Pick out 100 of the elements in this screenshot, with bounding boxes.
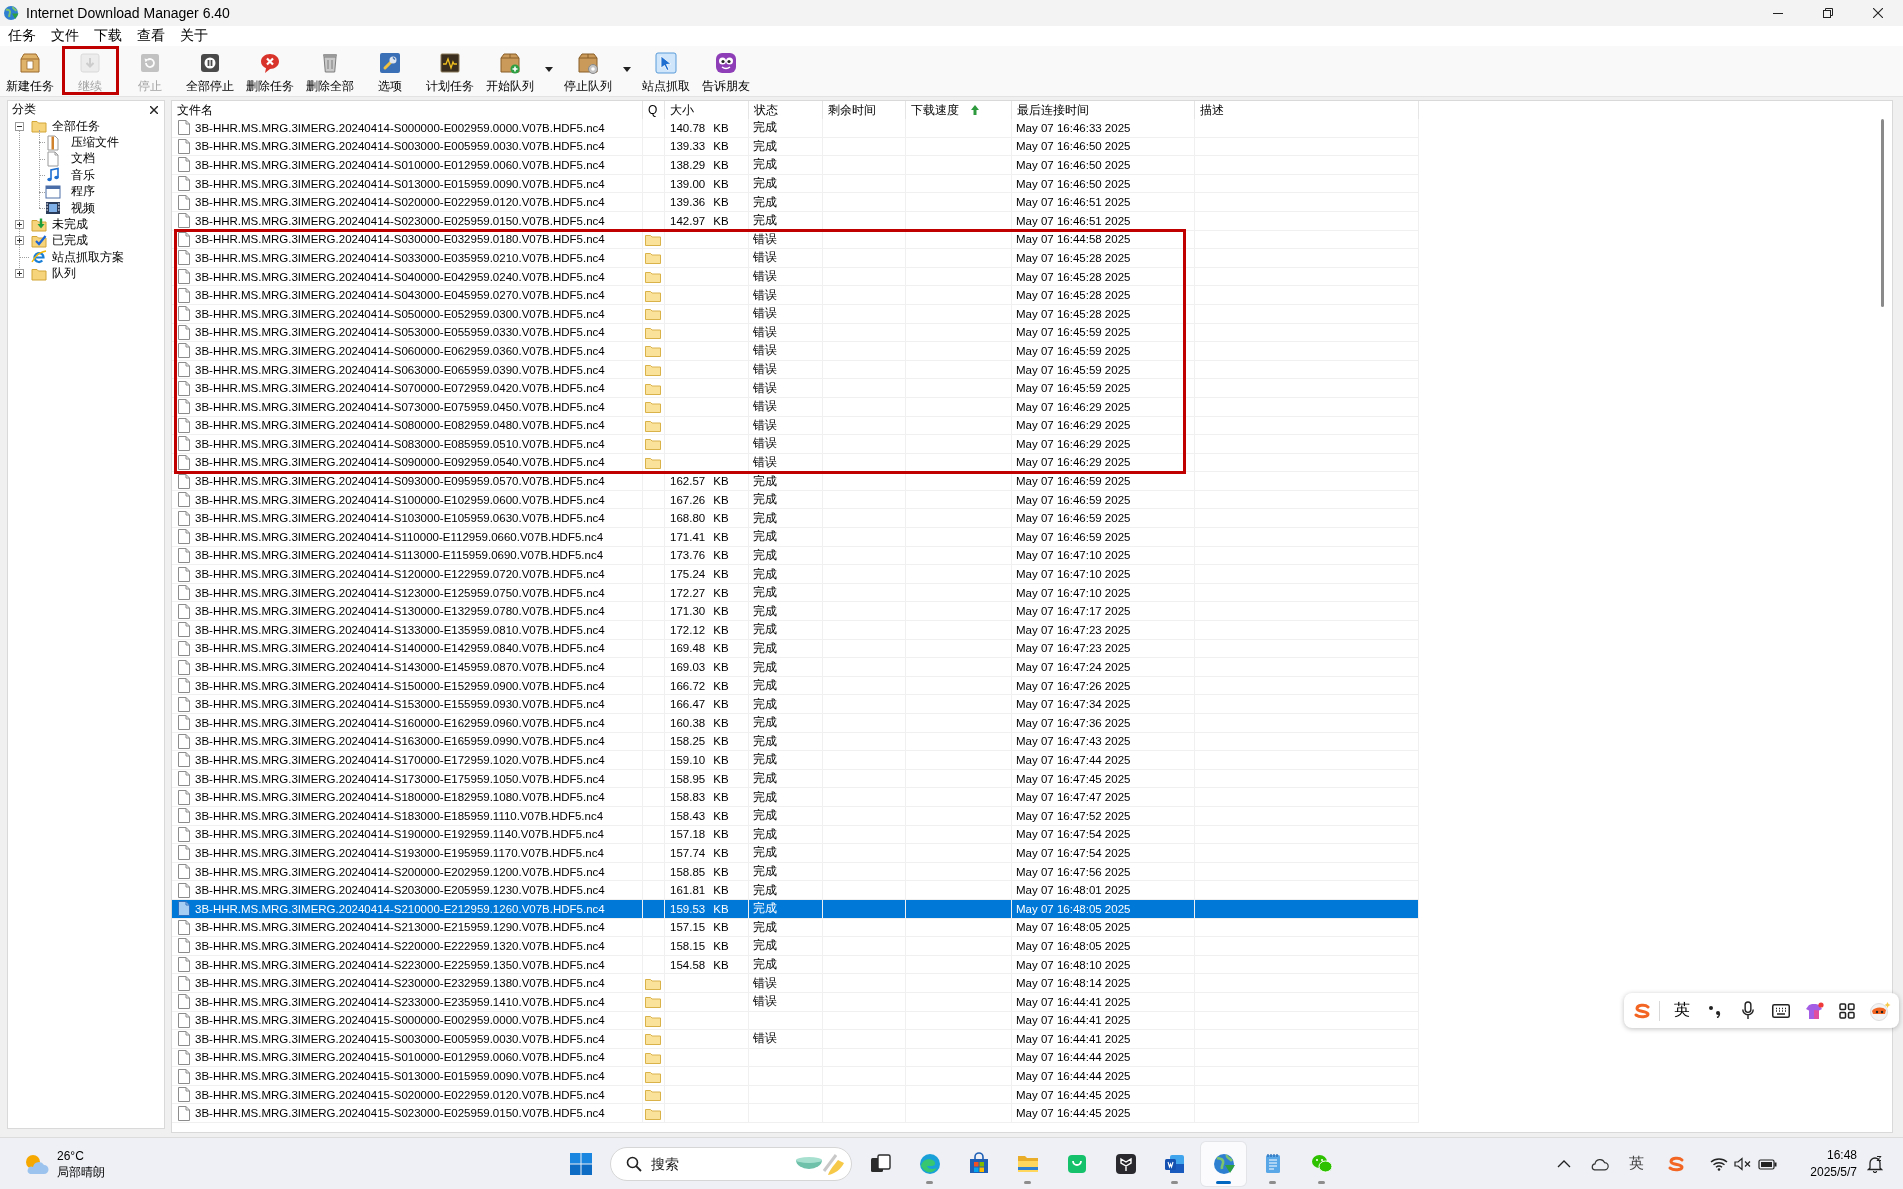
tree-item[interactable]: 文档 [71,150,95,168]
status-cell: 完成 [753,715,777,731]
toolbar-button[interactable]: 选项 [360,46,420,96]
ime-mode-button[interactable]: 英 [1673,1000,1690,1021]
mascot-icon[interactable] [1868,1000,1891,1021]
file-name-cell: 3B-HHR.MS.MRG.3IMERG.20240414-S013000-E015959.0090.V07B.HDF5.nc4 [195,177,605,190]
file-icon [178,213,190,229]
toolbar-button[interactable]: 告诉朋友 [696,46,756,96]
menu-item[interactable]: 关于 [172,26,215,46]
status-cell: 完成 [753,138,777,154]
file-icon [178,752,190,768]
status-cell: 完成 [753,492,777,508]
status-cell: 完成 [753,864,777,880]
plus-box-icon[interactable] [15,220,24,230]
date-cell: May 07 16:46:59 2025 [1016,530,1131,543]
toolbar-button[interactable]: 停止队列 [558,46,618,96]
size-cell: 159.10 KB [670,754,729,766]
size-cell: 172.12 KB [670,623,729,636]
toolbar-button[interactable]: 新建任务 [0,46,60,96]
tree-item[interactable]: 全部任务 [52,117,100,135]
swoosh-icon[interactable] [1632,1002,1652,1019]
date-cell: May 07 16:46:59 2025 [1016,493,1131,506]
status-cell: 错误 [753,1031,777,1047]
microphone-icon[interactable] [1740,1001,1755,1020]
date-cell: May 07 16:47:10 2025 [1016,568,1131,581]
battery-icon [1758,1156,1778,1171]
toolbar-button[interactable]: 站点抓取 [636,46,696,96]
file-icon [178,938,190,954]
keyboard-icon[interactable] [1771,1003,1790,1018]
file-name-cell: 3B-HHR.MS.MRG.3IMERG.20240414-S010000-E012959.0060.V07B.HDF5.nc4 [195,159,605,171]
file-name-cell: 3B-HHR.MS.MRG.3IMERG.20240414-S083000-E085959.0510.V07B.HDF5.nc4 [195,437,605,450]
close-button[interactable] [148,103,160,116]
status-cell: 错误 [753,362,777,377]
status-cell: 完成 [753,529,777,545]
toolbar-button[interactable]: 全部停止 [180,46,240,96]
file-icon [178,473,190,489]
file-icon [178,362,190,377]
file-name-cell: 3B-HHR.MS.MRG.3IMERG.20240414-S050000-E052959.0300.V07B.HDF5.nc4 [195,307,605,320]
size-cell: 158.43 KB [670,809,729,822]
toolbar-button[interactable]: 删除全部 [300,46,360,96]
ime-mode-button[interactable]: 英 [1623,1143,1649,1184]
date-cell: May 07 16:47:23 2025 [1016,642,1131,655]
file-icon [178,380,190,396]
file-icon [178,287,190,303]
tree-item[interactable]: 程序 [71,183,95,201]
tree-item[interactable]: 站点抓取方案 [52,248,124,266]
size-cell: 138.29 KB [670,159,729,171]
file-name-cell: 3B-HHR.MS.MRG.3IMERG.20240414-S090000-E092959.0540.V07B.HDF5.nc4 [195,456,605,469]
file-icon [178,882,190,898]
delete-icon [258,51,282,75]
date-cell: May 07 16:47:23 2025 [1016,623,1131,636]
date-cell: May 07 16:44:45 2025 [1016,1107,1131,1120]
globe-icon [3,5,19,21]
size-cell: 171.30 KB [670,605,729,618]
date-cell: May 07 16:44:45 2025 [1016,1088,1131,1101]
date-cell: May 07 16:45:59 2025 [1016,344,1131,357]
file-name-cell: 3B-HHR.MS.MRG.3IMERG.20240414-S120000-E122959.0720.V07B.HDF5.nc4 [195,568,605,581]
shirt-icon[interactable] [1803,1001,1824,1020]
size-cell: 157.15 KB [670,921,729,934]
toolbar-button[interactable]: 删除任务 [240,46,300,96]
caret-icon [623,67,631,72]
status-cell: 完成 [753,473,777,489]
menu-item[interactable]: 查看 [129,26,172,46]
status-cell: 完成 [753,957,777,972]
folder-arrow-icon [31,216,47,233]
file-name-cell: 3B-HHR.MS.MRG.3IMERG.20240414-S150000-E152959.0900.V07B.HDF5.nc4 [195,679,605,692]
plus-box-icon[interactable] [15,269,24,279]
tree-item[interactable]: 未完成 [52,216,88,234]
tree-item[interactable]: 压缩文件 [71,134,119,152]
date-cell: May 07 16:47:10 2025 [1016,549,1131,562]
tree-item[interactable]: 视频 [71,199,95,217]
menu-item[interactable]: 文件 [43,26,86,46]
scrollbar-thumb[interactable] [1881,119,1884,307]
status-cell: 错误 [753,269,777,285]
file-icon [178,157,190,173]
tree-item[interactable]: 音乐 [71,166,95,184]
tree-item[interactable]: 队列 [52,265,76,283]
file-icon [178,845,190,861]
date-cell: May 07 16:44:58 2025 [1016,233,1131,246]
file-name-cell: 3B-HHR.MS.MRG.3IMERG.20240414-S000000-E002959.0000.V07B.HDF5.nc4 [195,121,605,134]
search-field[interactable]: 搜索 [610,1146,852,1181]
menu-item[interactable]: 下载 [86,26,129,46]
file-icon [178,1012,190,1028]
menu-item[interactable]: 任务 [0,26,43,46]
file-name-cell: 3B-HHR.MS.MRG.3IMERG.20240414-S183000-E185959.1110.V07B.HDF5.nc4 [195,809,604,822]
plus-box-icon[interactable] [15,236,24,246]
date-cell: May 07 16:47:44 2025 [1016,754,1131,766]
minus-box-icon[interactable] [15,121,24,131]
tree-item[interactable]: 已完成 [52,232,88,250]
toolbar-button[interactable]: 计划任务 [420,46,480,96]
grid-icon[interactable] [1838,1002,1855,1019]
date-cell: May 07 16:44:44 2025 [1016,1070,1131,1083]
date-cell: May 07 16:46:29 2025 [1016,419,1131,432]
toolbar-button[interactable]: 开始队列 [480,46,540,96]
clock-button[interactable]: 16:48 2025/5/7 [1796,1143,1860,1184]
punctuation-icon[interactable] [1707,1003,1722,1018]
e-logo-icon [31,249,47,266]
file-icon [178,436,190,452]
status-cell: 错误 [753,436,777,452]
status-cell: 错误 [753,975,777,991]
